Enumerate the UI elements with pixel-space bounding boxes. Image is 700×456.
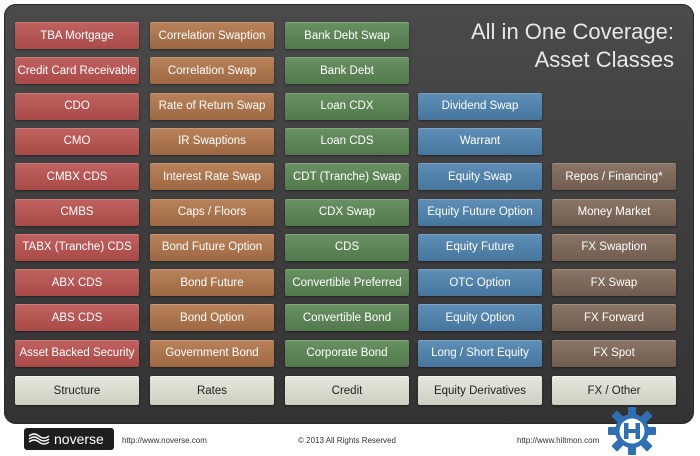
noverse-link[interactable]: http://www.noverse.com: [122, 436, 207, 445]
page-title: All in One Coverage: Asset Classes: [414, 18, 674, 74]
asset-classes-panel: All in One Coverage: Asset Classes TBA M…: [4, 4, 694, 424]
fx-tile: Repos / Financing*: [552, 163, 676, 191]
structure-tile: TABX (Tranche) CDS: [15, 233, 139, 261]
credit-tile: CDT (Tranche) Swap: [285, 163, 409, 191]
equity-tile: Equity Swap: [418, 163, 542, 191]
footer: noverse http://www.noverse.com © 2013 Al…: [0, 407, 700, 455]
equity-tile: Equity Future Option: [418, 198, 542, 226]
copyright-text: © 2013 All Rights Reserved: [298, 436, 396, 445]
category-equity: Equity Derivatives: [418, 376, 542, 405]
credit-tile: Convertible Bond: [285, 304, 409, 332]
credit-tile: CDS: [285, 233, 409, 261]
structure-tile: CMBX CDS: [15, 163, 139, 191]
credit-tile: Loan CDX: [285, 92, 409, 120]
noverse-logo-text: noverse: [54, 431, 104, 447]
equity-tile: Dividend Swap: [418, 92, 542, 120]
equity-tile: Equity Option: [418, 304, 542, 332]
rates-tile: Government Bond: [150, 339, 274, 367]
category-rates: Rates: [150, 376, 274, 405]
rates-tile: IR Swaptions: [150, 127, 274, 155]
structure-tile: Asset Backed Security: [15, 339, 139, 367]
rates-tile: Interest Rate Swap: [150, 163, 274, 191]
equity-tile: Long / Short Equity: [418, 339, 542, 367]
rates-tile: Caps / Floors: [150, 198, 274, 226]
category-structure: Structure: [15, 376, 139, 405]
structure-tile: CDO: [15, 92, 139, 120]
rates-tile: Bond Future Option: [150, 233, 274, 261]
credit-tile: Loan CDS: [285, 127, 409, 155]
rates-tile: Correlation Swap: [150, 57, 274, 85]
equity-tile: OTC Option: [418, 269, 542, 297]
structure-tile: Credit Card Receivable: [15, 57, 139, 85]
structure-tile: TBA Mortgage: [15, 22, 139, 49]
fx-tile: FX Swap: [552, 269, 676, 297]
rates-tile: Rate of Return Swap: [150, 92, 274, 120]
credit-tile: Bank Debt Swap: [285, 22, 409, 49]
noverse-logo[interactable]: noverse: [24, 428, 114, 450]
equity-tile: Equity Future: [418, 233, 542, 261]
credit-tile: Convertible Preferred: [285, 269, 409, 297]
noverse-wave-icon: [28, 433, 50, 445]
structure-tile: CMBS: [15, 198, 139, 226]
rates-tile: Bond Option: [150, 304, 274, 332]
fx-tile: Money Market: [552, 198, 676, 226]
credit-tile: Corporate Bond: [285, 339, 409, 367]
equity-tile: Warrant: [418, 127, 542, 155]
structure-tile: CMO: [15, 127, 139, 155]
fx-tile: FX Swaption: [552, 233, 676, 261]
structure-tile: ABX CDS: [15, 269, 139, 297]
title-line-2: Asset Classes: [534, 47, 674, 72]
category-credit: Credit: [285, 376, 409, 405]
hiltmon-link[interactable]: http://www.hiltmon.com: [517, 436, 599, 445]
fx-tile: FX Forward: [552, 304, 676, 332]
rates-tile: Correlation Swaption: [150, 22, 274, 49]
rates-tile: Bond Future: [150, 269, 274, 297]
fx-tile: FX Spot: [552, 339, 676, 367]
category-fx: FX / Other: [552, 376, 676, 405]
hiltmon-gear-h-icon[interactable]: [607, 406, 657, 456]
title-line-1: All in One Coverage:: [471, 19, 674, 44]
credit-tile: CDX Swap: [285, 198, 409, 226]
structure-tile: ABS CDS: [15, 304, 139, 332]
credit-tile: Bank Debt: [285, 57, 409, 85]
